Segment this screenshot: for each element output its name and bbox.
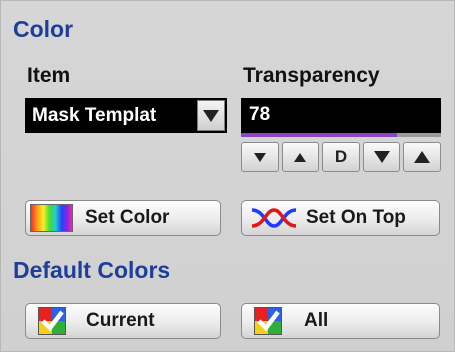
transparency-slider[interactable] (241, 133, 441, 137)
set-color-label: Set Color (85, 207, 170, 228)
triangle-up-icon (414, 151, 431, 163)
decrement-small-button[interactable] (241, 142, 279, 172)
all-default-colors-button[interactable]: All (241, 303, 440, 339)
item-label: Item (27, 64, 71, 87)
transparency-label: Transparency (243, 64, 380, 87)
chevron-down-icon (203, 109, 219, 122)
default-colors-section-title: Default Colors (13, 257, 171, 283)
default-value-button[interactable]: D (322, 142, 360, 172)
triangle-down-icon (253, 152, 266, 162)
all-label: All (304, 310, 329, 331)
transparency-input[interactable]: 78 (241, 98, 441, 137)
increment-small-button[interactable] (281, 142, 320, 172)
rainbow-swatch-icon (30, 204, 73, 232)
crossing-waves-icon (251, 208, 297, 228)
increment-large-button[interactable] (403, 142, 441, 172)
default-button-label: D (334, 147, 348, 166)
color-settings-panel: Color Item Transparency Mask Templat 78 … (0, 0, 455, 352)
color-check-icon (254, 307, 282, 335)
current-label: Current (86, 310, 155, 331)
color-check-icon (38, 307, 66, 335)
current-default-colors-button[interactable]: Current (25, 303, 221, 339)
transparency-stepper: D (241, 142, 441, 172)
decrement-large-button[interactable] (362, 142, 401, 172)
set-on-top-label: Set On Top (306, 207, 406, 228)
triangle-up-icon (294, 152, 307, 162)
color-section-title: Color (13, 16, 74, 42)
transparency-value: 78 (249, 104, 271, 125)
triangle-down-icon (373, 151, 390, 163)
transparency-slider-fill (241, 133, 397, 137)
set-on-top-button[interactable]: Set On Top (241, 200, 440, 236)
item-select-dropdown-button[interactable] (197, 100, 225, 131)
item-select-value: Mask Templat (32, 104, 157, 126)
item-select[interactable]: Mask Templat (25, 98, 227, 133)
set-color-button[interactable]: Set Color (25, 200, 221, 236)
